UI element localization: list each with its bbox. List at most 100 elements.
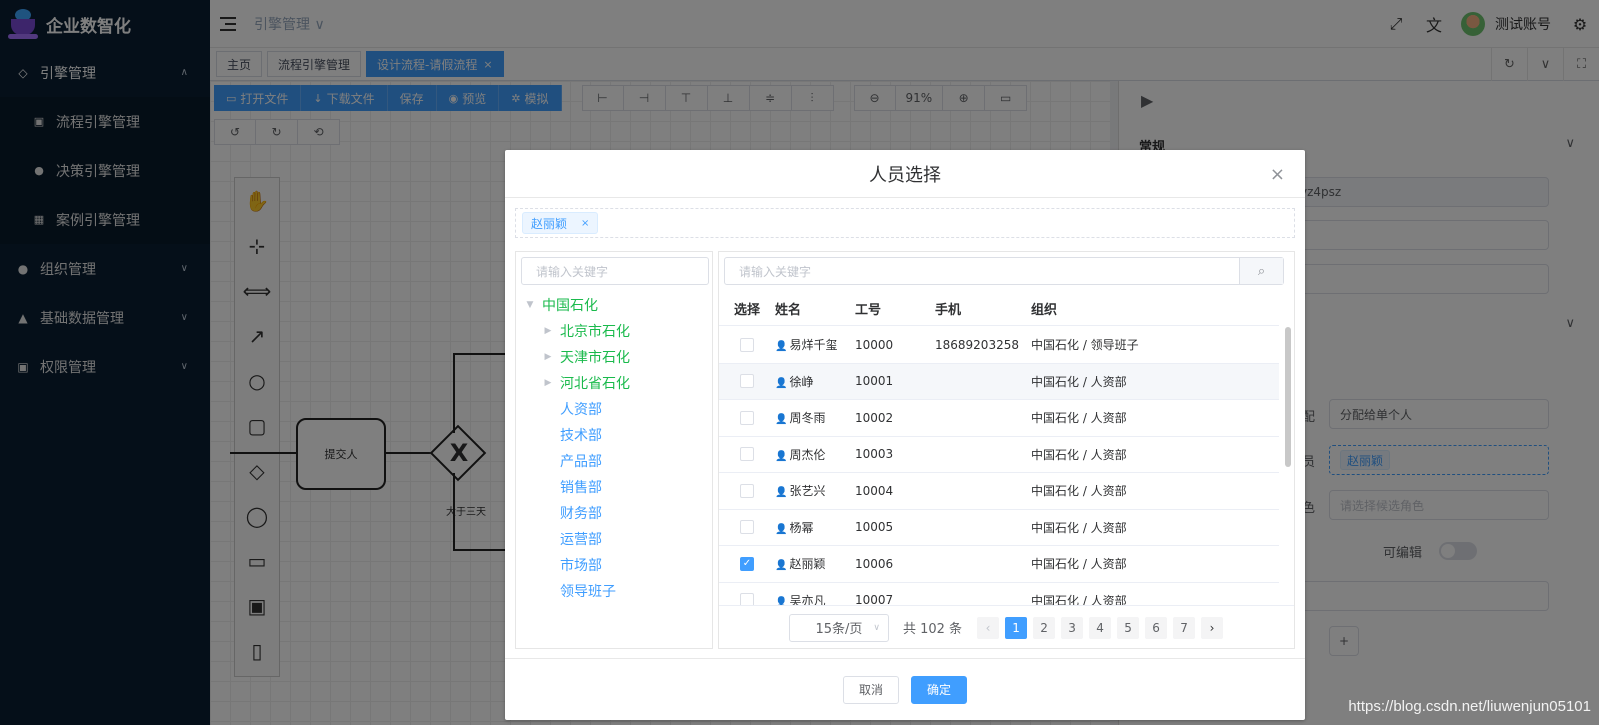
- no-cell: 10006: [855, 556, 894, 571]
- scrollbar[interactable]: [1285, 327, 1291, 467]
- org-cell: 中国石化 / 人资部: [1031, 374, 1127, 389]
- table-row[interactable]: 👤 吴亦凡 10007 中国石化 / 人资部: [719, 583, 1279, 605]
- tree-node[interactable]: 人资部: [516, 396, 712, 422]
- tree-node-label: 技术部: [560, 428, 602, 444]
- row-checkbox[interactable]: [740, 337, 754, 352]
- select-cell: [719, 337, 775, 352]
- tree-search-input[interactable]: 请输入关键字: [521, 257, 709, 285]
- column-header: 组织: [1031, 303, 1058, 318]
- name-text: 张艺兴: [789, 484, 826, 499]
- tree-node-label: 北京市石化: [560, 324, 630, 340]
- org-tree-panel: 请输入关键字 ▼ 中国石化 ▶ 北京市石化 ▶ 天津市石化 ▶ 河北省石化 人资部 技术…: [515, 251, 713, 649]
- table-row[interactable]: 👤 杨幂 10005 中国石化 / 人资部: [719, 510, 1279, 546]
- search-icon[interactable]: ⌕: [1239, 258, 1283, 284]
- select-cell: [719, 593, 775, 605]
- table-row[interactable]: 👤 周杰伦 10003 中国石化 / 人资部: [719, 437, 1279, 473]
- name-text: 周杰伦: [789, 447, 826, 462]
- org-cell: 中国石化 / 人资部: [1031, 447, 1127, 462]
- confirm-button[interactable]: 确定: [911, 675, 968, 704]
- tree-node[interactable]: ▶ 天津市石化: [516, 344, 712, 370]
- table-search-input[interactable]: 请输入关键字: [725, 263, 1239, 280]
- org-cell: 中国石化 / 人资部: [1031, 411, 1127, 426]
- select-cell: [719, 410, 775, 425]
- pagination: 15条/页 ∨ 共 102 条 ‹ 1234567 ›: [719, 605, 1294, 648]
- page-number-button[interactable]: 4: [1089, 616, 1112, 639]
- row-checkbox[interactable]: [740, 520, 754, 535]
- column-header: 手机: [935, 303, 962, 318]
- tree-node[interactable]: 产品部: [516, 448, 712, 474]
- page-number-button[interactable]: 2: [1033, 616, 1056, 639]
- tree-node[interactable]: 运营部: [516, 526, 712, 552]
- page-list: 1234567: [1002, 616, 1198, 639]
- row-checkbox[interactable]: [740, 447, 754, 462]
- caret-right-icon[interactable]: ▶: [542, 352, 554, 362]
- tree-node[interactable]: ▶ 北京市石化: [516, 318, 712, 344]
- tree-node-label: 市场部: [560, 558, 602, 574]
- name-text: 徐峥: [789, 374, 814, 389]
- no-cell: 10005: [855, 520, 894, 535]
- tree-node[interactable]: ▶ 河北省石化: [516, 370, 712, 396]
- name-cell: 👤 徐峥: [775, 373, 855, 390]
- user-icon: 👤: [775, 560, 788, 572]
- tree-node[interactable]: 领导班子: [516, 578, 712, 604]
- selected-chip[interactable]: 赵丽颖 ×: [522, 212, 599, 234]
- person-select-dialog: 人员选择 × 赵丽颖 × 请输入关键字 ▼ 中国石化 ▶ 北京市石化 ▶ 天津市石化 …: [505, 150, 1305, 720]
- table-search: 请输入关键字 ⌕: [724, 257, 1284, 285]
- column-header: 姓名: [775, 303, 802, 318]
- select-cell: [719, 483, 775, 498]
- page-size-label: 15条/页: [815, 622, 863, 637]
- prev-page-button[interactable]: ‹: [977, 616, 1000, 639]
- tree-node-label: 财务部: [560, 506, 602, 522]
- caret-right-icon[interactable]: ▶: [542, 378, 554, 388]
- row-checkbox[interactable]: [740, 593, 754, 605]
- dialog-header: 人员选择 ×: [505, 150, 1305, 198]
- caret-right-icon[interactable]: ▶: [542, 326, 554, 336]
- no-cell: 10003: [855, 447, 894, 462]
- no-cell: 10000: [855, 337, 894, 352]
- dialog-title: 人员选择: [869, 164, 941, 186]
- table-row[interactable]: 👤 周冬雨 10002 中国石化 / 人资部: [719, 400, 1279, 437]
- row-checkbox[interactable]: [740, 374, 754, 389]
- tree-node[interactable]: 财务部: [516, 500, 712, 526]
- page-number-button[interactable]: 5: [1117, 616, 1140, 639]
- caret-down-icon[interactable]: ▼: [524, 300, 536, 310]
- selected-people: 赵丽颖 ×: [515, 208, 1295, 238]
- table-row[interactable]: ✓ 👤 赵丽颖 10006 中国石化 / 人资部: [719, 546, 1279, 583]
- column-header: 选择: [733, 303, 760, 318]
- tree-node[interactable]: 技术部: [516, 422, 712, 448]
- close-icon[interactable]: ×: [581, 218, 589, 229]
- people-table-panel: 请输入关键字 ⌕ 选择 姓名 工号 手机 组织 👤 易烊千玺 10000 186892…: [718, 251, 1295, 649]
- tree-node-label: 运营部: [560, 532, 602, 548]
- tree-node[interactable]: 销售部: [516, 474, 712, 500]
- user-icon: 👤: [775, 596, 788, 605]
- close-icon[interactable]: ×: [1270, 164, 1285, 185]
- org-cell: 中国石化 / 人资部: [1031, 593, 1127, 605]
- select-cell: ✓: [719, 556, 775, 571]
- page-number-button[interactable]: 1: [1005, 616, 1028, 639]
- user-icon: 👤: [775, 341, 788, 353]
- tree-node-label: 销售部: [560, 480, 602, 496]
- table-row[interactable]: 👤 徐峥 10001 中国石化 / 人资部: [719, 363, 1279, 400]
- tree-node-label: 领导班子: [560, 584, 616, 600]
- page-number-button[interactable]: 7: [1173, 616, 1196, 639]
- tree-node-label: 中国石化: [542, 298, 598, 314]
- org-cell: 中国石化 / 人资部: [1031, 484, 1127, 499]
- tree-node[interactable]: ▼ 中国石化: [516, 292, 712, 318]
- no-cell: 10004: [855, 483, 894, 498]
- user-icon: 👤: [775, 377, 788, 389]
- table-row[interactable]: 👤 易烊千玺 10000 18689203258 中国石化 / 领导班子: [719, 327, 1279, 364]
- user-icon: 👤: [775, 414, 788, 426]
- cancel-button[interactable]: 取消: [842, 675, 899, 704]
- org-tree: ▼ 中国石化 ▶ 北京市石化 ▶ 天津市石化 ▶ 河北省石化 人资部 技术部 产品部 销…: [516, 292, 712, 604]
- row-checkbox[interactable]: [740, 483, 754, 498]
- user-icon: 👤: [775, 523, 788, 535]
- page-size-select[interactable]: 15条/页 ∨: [788, 613, 889, 642]
- next-page-button[interactable]: ›: [1201, 616, 1224, 639]
- row-checkbox[interactable]: ✓: [740, 556, 754, 571]
- row-checkbox[interactable]: [740, 410, 754, 425]
- page-number-button[interactable]: 6: [1145, 616, 1168, 639]
- tree-node[interactable]: 市场部: [516, 552, 712, 578]
- page-number-button[interactable]: 3: [1061, 616, 1084, 639]
- table-row[interactable]: 👤 张艺兴 10004 中国石化 / 人资部: [719, 473, 1279, 510]
- name-cell: 👤 张艺兴: [775, 482, 855, 499]
